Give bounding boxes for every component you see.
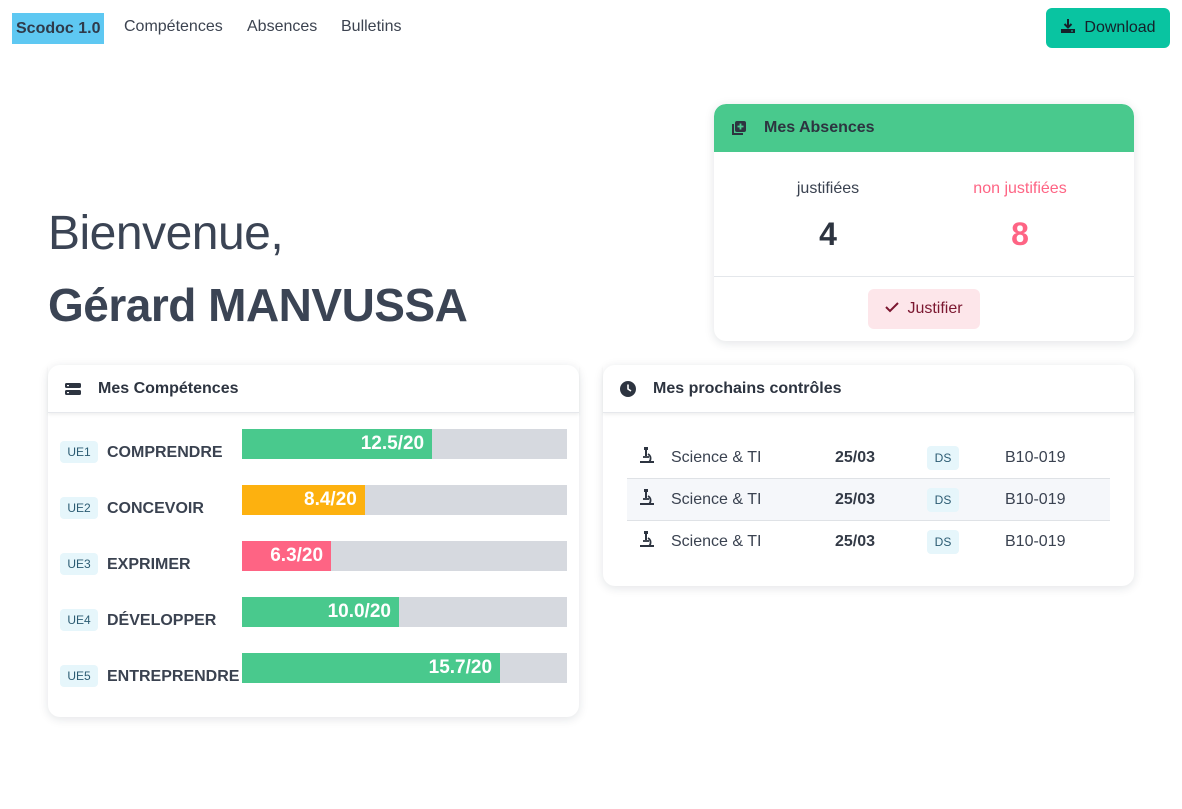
ue-badge: UE3 [60,553,98,575]
controle-date: 25/03 [835,533,876,550]
score-bar-fill: 10.0/20 [242,597,399,627]
competence-row: UE1 COMPRENDRE 12.5/20 [48,429,579,463]
competence-row: UE2 CONCEVOIR 8.4/20 [48,485,579,519]
download-icon [1060,18,1076,39]
microscope-icon [639,446,655,464]
student-name: Gérard MANVUSSA [48,279,468,331]
ue-badge: UE1 [60,441,98,463]
controles-card: Mes prochains contrôles Science & TI 25/0… [603,365,1134,586]
competence-row: UE3 EXPRIMER 6.3/20 [48,541,579,575]
score-bar-fill: 6.3/20 [242,541,332,571]
controle-room: B10-019 [1005,533,1066,550]
competence-name: COMPRENDRE [107,444,223,461]
nav-link-competences[interactable]: Compétences [124,18,223,36]
unjustified-label: non justifiées [973,180,1067,197]
controle-date: 25/03 [835,449,876,466]
justified-count: 4 [819,216,837,252]
ue-badge: UE4 [60,609,98,631]
divider [714,276,1134,277]
score-bar-track: 12.5/20 [242,429,567,459]
score-bar-track: 15.7/20 [242,653,567,683]
ue-badge: UE2 [60,497,98,519]
microscope-icon [639,530,655,548]
nav-link-bulletins[interactable]: Bulletins [341,18,401,36]
row-separator [627,478,1110,479]
controle-row: Science & TI 25/03 DS B10-019 [627,520,1110,562]
controle-subject: Science & TI [671,449,762,466]
absences-icon [730,119,748,137]
justified-label: justifiées [796,180,860,197]
controles-title: Mes prochains contrôles [653,379,842,397]
absences-card-header: Mes Absences [714,104,1134,152]
score-label: 10.0/20 [327,601,391,622]
ue-badge: UE5 [60,665,98,687]
score-bar-track: 10.0/20 [242,597,567,627]
controle-room: B10-019 [1005,491,1066,508]
score-label: 6.3/20 [270,545,324,566]
controle-row: Science & TI 25/03 DS B10-019 [627,436,1110,478]
score-bar-track: 6.3/20 [242,541,567,571]
row-separator [627,520,1110,521]
controle-subject: Science & TI [671,533,762,550]
competence-name: CONCEVOIR [107,500,204,517]
competences-card-header: Mes Compétences [48,365,579,413]
score-bar-fill: 12.5/20 [242,429,433,459]
competence-name: DÉVELOPPER [107,612,217,629]
competences-card: Mes Compétences UE1 COMPRENDRE 12.5/20 UE2 C… [48,365,579,717]
controle-type-badge: DS [927,446,959,470]
score-label: 15.7/20 [428,657,493,678]
competences-title: Mes Compétences [98,379,239,397]
unjustified-count: 8 [1011,216,1029,252]
score-bar-fill: 8.4/20 [242,485,365,515]
score-label: 12.5/20 [360,433,425,454]
justify-button[interactable]: Justifier [868,289,980,329]
score-bar-track: 8.4/20 [242,485,567,515]
welcome-greeting: Bienvenue, [48,207,284,260]
competence-row: UE5 ENTREPRENDRE 15.7/20 [48,653,579,687]
score-bar-fill: 15.7/20 [242,653,501,683]
controles-card-header: Mes prochains contrôles [603,365,1134,413]
controle-row: Science & TI 25/03 DS B10-019 [627,478,1110,520]
controle-type-badge: DS [927,488,959,512]
brand-logo[interactable]: Scodoc 1.0 [12,13,105,44]
download-label: Download [1084,19,1156,36]
competence-row: UE4 DÉVELOPPER 10.0/20 [48,597,579,631]
controle-type-badge: DS [927,530,959,554]
absences-title: Mes Absences [764,119,875,136]
clock-icon [619,380,637,398]
competence-name: EXPRIMER [107,556,191,573]
justify-label: Justifier [907,300,963,317]
absences-card: Mes Absences justifiées non justifiées 4… [714,104,1134,341]
controle-room: B10-019 [1005,449,1066,466]
check-icon [885,300,900,318]
microscope-icon [639,488,655,506]
controle-subject: Science & TI [671,491,762,508]
nav-link-absences[interactable]: Absences [247,18,317,36]
navbar: Scodoc 1.0 Compétences Absences Bulletin… [0,0,1182,56]
list-icon [64,380,82,398]
competence-name: ENTREPRENDRE [107,668,240,685]
score-label: 8.4/20 [304,489,357,510]
controle-date: 25/03 [835,491,876,508]
download-button[interactable]: Download [1046,8,1170,48]
